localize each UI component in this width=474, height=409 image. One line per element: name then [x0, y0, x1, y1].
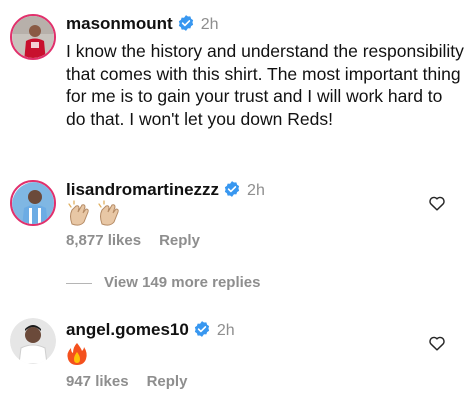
comment-reply-button-2[interactable]: Reply	[147, 373, 188, 390]
post-caption: I know the history and understand the re…	[66, 41, 464, 129]
comment-header-1: lisandromartinezzz 2h	[66, 180, 265, 201]
post-header: masonmount 2h	[66, 14, 219, 35]
clapping-hands-emoji	[68, 200, 119, 226]
post-author-avatar[interactable]	[10, 14, 56, 60]
fire-emoji	[67, 343, 87, 365]
verified-badge-icon	[178, 15, 193, 31]
view-replies-label: View 149 more replies	[104, 274, 261, 291]
comment-avatar-angel[interactable]	[10, 318, 56, 364]
post-time: 2h	[200, 16, 219, 33]
comment-time-2: 2h	[216, 322, 235, 339]
comment-username-1[interactable]: lisandromartinezzz	[66, 180, 219, 199]
heart-outline-icon[interactable]	[428, 335, 446, 351]
verified-badge-icon	[224, 181, 240, 197]
comment-likes-1[interactable]: 8,877 likes	[66, 232, 141, 249]
verified-badge-icon	[194, 321, 209, 337]
replies-divider	[66, 282, 92, 284]
comment-username-2[interactable]: angel.gomes10	[66, 320, 189, 339]
comment-meta-2: 947 likes Reply	[66, 373, 187, 390]
heart-outline-icon[interactable]	[428, 195, 446, 211]
comment-likes-2[interactable]: 947 likes	[66, 373, 129, 390]
comment-reply-button-1[interactable]: Reply	[159, 232, 200, 249]
comment-avatar-lisandro[interactable]	[10, 180, 56, 226]
comment-text-1	[66, 200, 126, 233]
post-username[interactable]: masonmount	[66, 14, 173, 33]
comments-screen: masonmount 2h I know the history and unde…	[0, 0, 474, 409]
comment-time-1: 2h	[247, 182, 265, 199]
comment-meta-1: 8,877 likes Reply	[66, 232, 200, 249]
view-more-replies-button[interactable]: View 149 more replies	[66, 274, 260, 291]
comment-text-2	[66, 342, 88, 371]
comment-header-2: angel.gomes10 2h	[66, 320, 235, 341]
